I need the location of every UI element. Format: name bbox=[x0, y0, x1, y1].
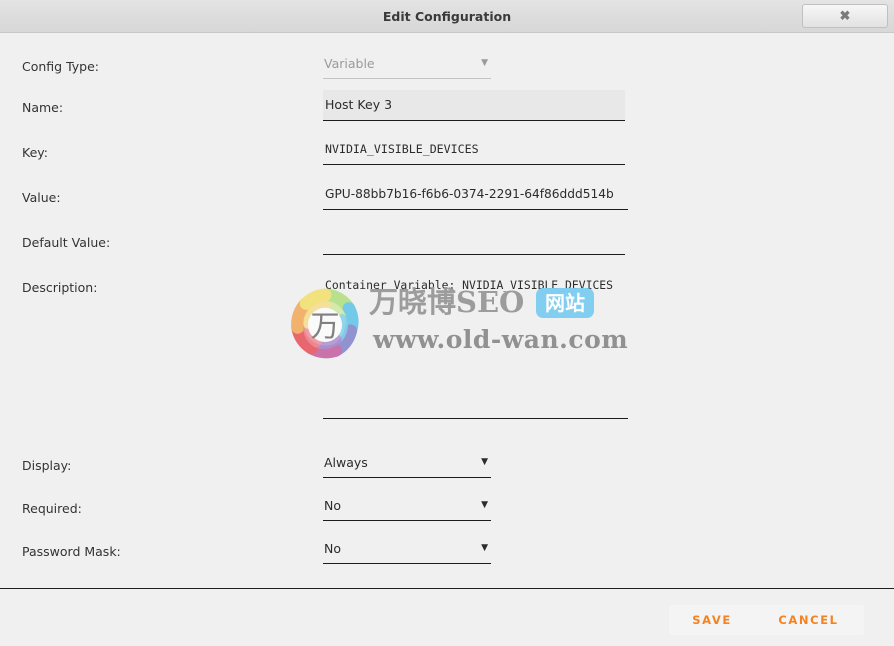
select-required-value: No bbox=[324, 498, 341, 513]
save-button[interactable]: SAVE bbox=[667, 603, 757, 637]
label-description: Description: bbox=[22, 280, 98, 295]
label-key: Key: bbox=[22, 145, 48, 160]
input-key[interactable]: NVIDIA_VISIBLE_DEVICES bbox=[323, 138, 625, 165]
select-config-type[interactable]: Variable ▼ bbox=[323, 55, 491, 79]
select-password-mask-value: No bbox=[324, 541, 341, 556]
label-password-mask: Password Mask: bbox=[22, 544, 121, 559]
chevron-down-icon: ▼ bbox=[481, 58, 488, 68]
input-name-value: Host Key 3 bbox=[325, 97, 393, 112]
dialog-footer: SAVE CANCEL bbox=[0, 588, 894, 646]
input-name[interactable]: Host Key 3 bbox=[323, 90, 625, 121]
chevron-down-icon: ▼ bbox=[481, 457, 488, 467]
input-default-value[interactable] bbox=[323, 228, 625, 255]
select-required[interactable]: No ▼ bbox=[323, 497, 491, 521]
select-password-mask[interactable]: No ▼ bbox=[323, 540, 491, 564]
select-display[interactable]: Always ▼ bbox=[323, 454, 491, 478]
input-key-value: NVIDIA_VISIBLE_DEVICES bbox=[325, 142, 479, 156]
select-display-value: Always bbox=[324, 455, 368, 470]
label-required: Required: bbox=[22, 501, 82, 516]
label-display: Display: bbox=[22, 458, 72, 473]
configuration-form: Config Type: Variable ▼ Name: Host Key 3… bbox=[0, 33, 894, 588]
select-config-type-value: Variable bbox=[324, 56, 375, 71]
chevron-down-icon: ▼ bbox=[481, 543, 488, 553]
label-default-value: Default Value: bbox=[22, 235, 111, 250]
window-titlebar: Edit Configuration ✖ bbox=[0, 0, 894, 33]
close-icon: ✖ bbox=[839, 8, 851, 23]
label-name: Name: bbox=[22, 100, 64, 115]
textarea-description-value: Container Variable: NVIDIA_VISIBLE_DEVIC… bbox=[325, 278, 614, 292]
label-config-type: Config Type: bbox=[22, 59, 100, 74]
input-value-value: GPU-88bb7b16-f6b6-0374-2291-64f86ddd514b bbox=[325, 187, 614, 201]
close-button[interactable]: ✖ bbox=[802, 4, 888, 28]
cancel-button[interactable]: CANCEL bbox=[751, 603, 866, 637]
input-value[interactable]: GPU-88bb7b16-f6b6-0374-2291-64f86ddd514b bbox=[323, 183, 628, 210]
window-title: Edit Configuration bbox=[382, 9, 512, 24]
chevron-down-icon: ▼ bbox=[481, 500, 488, 510]
textarea-description[interactable]: Container Variable: NVIDIA_VISIBLE_DEVIC… bbox=[323, 274, 628, 419]
label-value: Value: bbox=[22, 190, 61, 205]
